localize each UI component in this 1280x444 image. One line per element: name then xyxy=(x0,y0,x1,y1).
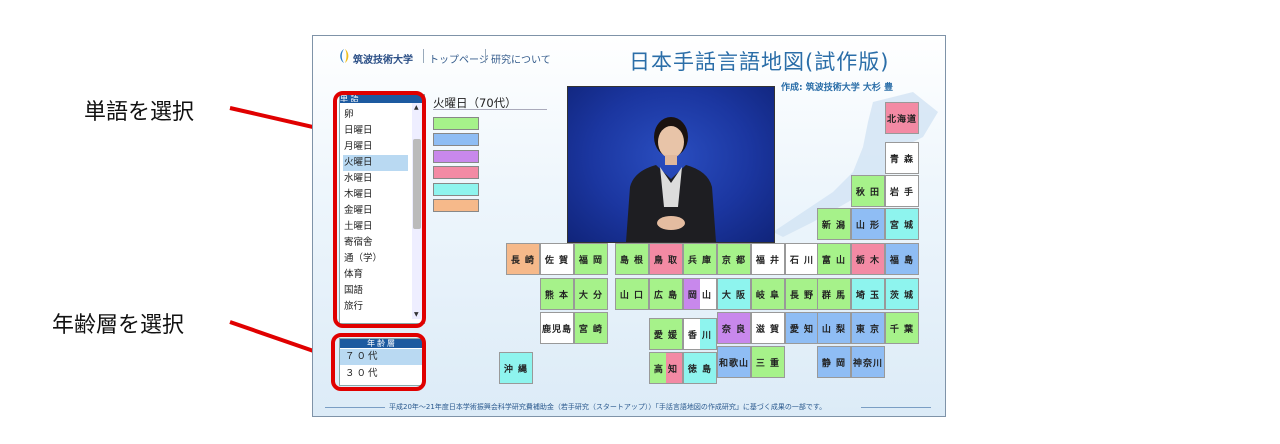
prefecture-cell[interactable]: 滋 賀 xyxy=(751,312,785,344)
prefecture-cell[interactable]: 島 根 xyxy=(615,243,649,275)
prefecture-cell[interactable]: 岡 山 xyxy=(683,278,717,310)
nav-research[interactable]: 研究について xyxy=(491,51,551,66)
prefecture-cell[interactable]: 和歌山 xyxy=(717,346,751,378)
prefecture-cell[interactable]: 山 形 xyxy=(851,208,885,240)
prefecture-cell[interactable]: 青 森 xyxy=(885,142,919,174)
prefecture-cell[interactable]: 福 井 xyxy=(751,243,785,275)
prefecture-cell[interactable]: 徳 島 xyxy=(683,352,717,384)
prefecture-cell[interactable]: 北海道 xyxy=(885,102,919,134)
prefecture-cell[interactable]: 福 島 xyxy=(885,243,919,275)
footer-rule xyxy=(861,407,931,408)
prefecture-cell[interactable]: 熊 本 xyxy=(540,278,574,310)
prefecture-cell[interactable]: 新 潟 xyxy=(817,208,851,240)
legend-swatch xyxy=(433,150,479,163)
prefecture-cell[interactable]: 大 分 xyxy=(574,278,608,310)
prefecture-cell[interactable]: 石 川 xyxy=(785,243,819,275)
prefecture-cell[interactable]: 茨 城 xyxy=(885,278,919,310)
prefecture-cell[interactable]: 埼 玉 xyxy=(851,278,885,310)
prefecture-cell[interactable]: 群 馬 xyxy=(817,278,851,310)
university-logo-icon xyxy=(340,49,349,63)
prefecture-cell[interactable]: 長 野 xyxy=(785,278,819,310)
word-list-highlight xyxy=(333,91,426,328)
prefecture-cell[interactable]: 富 山 xyxy=(817,243,851,275)
prefecture-cell[interactable]: 鹿児島 xyxy=(540,312,574,344)
footer-rule xyxy=(325,407,385,408)
prefecture-cell[interactable]: 兵 庫 xyxy=(683,243,717,275)
prefecture-cell[interactable]: 福 岡 xyxy=(574,243,608,275)
prefecture-cell[interactable]: 愛 知 xyxy=(785,312,819,344)
prefecture-cell[interactable]: 京 都 xyxy=(717,243,751,275)
prefecture-cell[interactable]: 三 重 xyxy=(751,346,785,378)
legend-swatch xyxy=(433,199,479,212)
prefecture-cell[interactable]: 秋 田 xyxy=(851,175,885,207)
prefecture-cell[interactable]: 奈 良 xyxy=(717,312,751,344)
legend-swatch xyxy=(433,183,479,196)
prefecture-cell[interactable]: 岩 手 xyxy=(885,175,919,207)
prefecture-cell[interactable]: 宮 崎 xyxy=(574,312,608,344)
age-list-highlight xyxy=(331,333,426,391)
university-link[interactable]: 筑波技術大学 xyxy=(353,51,413,66)
nav-separator xyxy=(423,49,424,63)
prefecture-cell[interactable]: 大 阪 xyxy=(717,278,751,310)
prefecture-cell[interactable]: 香 川 xyxy=(683,318,717,350)
prefecture-cell[interactable]: 佐 賀 xyxy=(540,243,574,275)
prefecture-cell[interactable]: 山 口 xyxy=(615,278,649,310)
prefecture-cell[interactable]: 鳥 取 xyxy=(649,243,683,275)
prefecture-cell[interactable]: 広 島 xyxy=(649,278,683,310)
nav-top-page[interactable]: トップページ xyxy=(429,51,489,66)
prefecture-cell[interactable]: 神奈川 xyxy=(851,346,885,378)
prefecture-cell[interactable]: 東 京 xyxy=(851,312,885,344)
legend-swatch xyxy=(433,133,479,146)
prefecture-cell[interactable]: 長 崎 xyxy=(506,243,540,275)
top-bar: 筑波技術大学 トップページ 研究について 日本手話言語地図(試作版) xyxy=(313,36,945,76)
prefecture-cell[interactable]: 岐 阜 xyxy=(751,278,785,310)
prefecture-cell[interactable]: 千 葉 xyxy=(885,312,919,344)
signer-figure xyxy=(626,117,716,242)
legend-swatch xyxy=(433,166,479,179)
page-title: 日本手話言語地図(試作版) xyxy=(629,50,890,74)
legend-divider xyxy=(433,109,547,110)
prefecture-cell[interactable]: 愛 媛 xyxy=(649,318,683,350)
prefecture-cell[interactable]: 栃 木 xyxy=(851,243,885,275)
footer-note: 平成20年～21年度日本学術振興会科学研究費補助金（若手研究（スタートアップ））… xyxy=(389,403,827,411)
nav-separator xyxy=(485,49,486,63)
legend-swatch xyxy=(433,117,479,130)
prefecture-cell[interactable]: 山 梨 xyxy=(817,312,851,344)
prefecture-cell[interactable]: 高 知 xyxy=(649,352,683,384)
prefecture-cell[interactable]: 宮 城 xyxy=(885,208,919,240)
prefecture-cell[interactable]: 静 岡 xyxy=(817,346,851,378)
prefecture-cell[interactable]: 沖 縄 xyxy=(499,352,533,384)
sign-video[interactable] xyxy=(567,86,775,243)
